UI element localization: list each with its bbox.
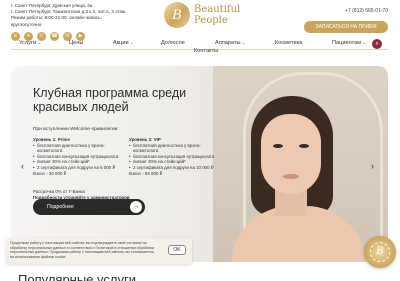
model-eye bbox=[273, 144, 283, 148]
nav-item-services[interactable]: Услуги⌄ bbox=[19, 40, 41, 46]
slider-next-icon[interactable]: › bbox=[371, 161, 374, 171]
chevron-down-icon: ⌄ bbox=[129, 40, 134, 46]
nav-label: Косметика bbox=[275, 40, 303, 46]
tier-prime: Уровень 1: Prime бесплатная диагностика … bbox=[33, 137, 128, 176]
logo[interactable]: B Beautiful People bbox=[164, 2, 240, 28]
tier-benefit: бесплатная диагностика у врача-косметоло… bbox=[33, 143, 128, 154]
search-icon[interactable]: ⌕ bbox=[372, 39, 382, 49]
working-hours: круглосуточно bbox=[11, 21, 42, 27]
tier-benefit: 2 сертификата для подруги на 5 000 ₽ bbox=[33, 165, 128, 171]
phone-number[interactable]: +7 (812) 565-01-70 bbox=[345, 8, 388, 14]
logo-line: Beautiful bbox=[194, 4, 241, 15]
more-button-label: Подробнее bbox=[47, 204, 74, 210]
nav-item-promos[interactable]: Акции⌄ bbox=[113, 40, 134, 46]
nav-item-devices[interactable]: Аппараты⌄ bbox=[215, 40, 246, 46]
nav-label: Цены bbox=[69, 40, 84, 46]
tier-vip: Уровень 2: VIP бесплатная диагностика у … bbox=[129, 137, 224, 176]
more-button[interactable]: Подробнее → bbox=[33, 199, 145, 215]
cookie-text: Продолжая работу с настоящим веб-сайтом,… bbox=[10, 241, 155, 259]
tier-price: Взнос - 55 000 ₽ bbox=[129, 170, 163, 176]
chevron-down-icon: ⌄ bbox=[362, 40, 367, 46]
model-eye bbox=[299, 144, 309, 148]
tier-benefit: бесплатная диагностика у врача-косметоло… bbox=[129, 143, 224, 154]
slider-prev-icon[interactable]: ‹ bbox=[21, 161, 24, 171]
model-lips bbox=[283, 174, 299, 179]
chevron-down-icon: ⌄ bbox=[37, 40, 42, 46]
badge-logo-icon: B bbox=[370, 242, 390, 262]
arrow-right-icon: → bbox=[130, 201, 142, 213]
section-title: Популярные услуги bbox=[18, 272, 136, 281]
nav-label: Аппараты bbox=[215, 40, 241, 46]
nav-item-patients[interactable]: Пациентам⌄ bbox=[332, 40, 366, 46]
logo-line: People bbox=[194, 15, 228, 26]
nav-label: Услуги bbox=[19, 40, 37, 46]
address-block: г. Санкт-Петербург, Думская улица, 4а г.… bbox=[11, 3, 161, 28]
nav-label: До/после bbox=[161, 40, 185, 46]
logo-mark-icon: B bbox=[164, 2, 190, 28]
chevron-down-icon: ⌄ bbox=[241, 40, 246, 46]
hero-banner: Клубная программа среди красивых людей П… bbox=[11, 66, 388, 262]
logo-text: Beautiful People bbox=[194, 4, 240, 26]
nav-label: Акции bbox=[113, 40, 129, 46]
tier-benefit: 2 сертификата для подруги на 10 000 ₽ bbox=[129, 165, 224, 171]
tier-price: Взнос - 30 000 ₽ bbox=[33, 170, 67, 176]
floating-logo-badge[interactable]: B bbox=[364, 236, 396, 268]
hero-title: Клубная программа среди красивых людей bbox=[33, 86, 187, 114]
cookie-banner: Продолжая работу с настоящим веб-сайтом,… bbox=[6, 238, 192, 264]
hero-photo bbox=[213, 66, 388, 262]
hero-subtitle: При вступлении Welcome-привилегии: bbox=[33, 127, 119, 132]
nav-item-prices[interactable]: Цены bbox=[69, 40, 83, 46]
nav-item-contacts[interactable]: Контакты bbox=[194, 48, 218, 54]
nav-item-before-after[interactable]: До/после bbox=[161, 40, 185, 46]
signup-button[interactable]: ЗАПИСАТЬСЯ НА ПРИЕМ bbox=[304, 21, 388, 33]
nav-label: Пациентам bbox=[332, 40, 362, 46]
cookie-ok-button[interactable]: OK bbox=[168, 245, 186, 255]
main-nav: Услуги⌄ Цены Акции⌄ До/после Аппараты⌄ К… bbox=[11, 39, 388, 56]
nav-item-cosmetics[interactable]: Косметика bbox=[275, 40, 302, 46]
model-face bbox=[261, 114, 321, 194]
